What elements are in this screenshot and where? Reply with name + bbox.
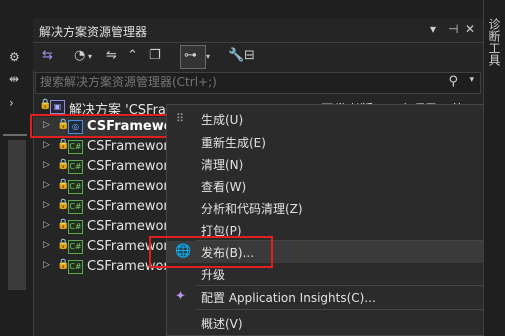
csharp-project-icon: C#: [68, 240, 83, 254]
expand-icon[interactable]: ▷: [43, 160, 50, 170]
history-icon[interactable]: ◔: [74, 48, 85, 63]
menu-item-analyze[interactable]: 分析和代码清理(Z) ▶: [167, 197, 505, 219]
csharp-project-icon: C#: [68, 200, 83, 214]
expand-icon[interactable]: ▷: [43, 240, 50, 250]
search-input[interactable]: [40, 75, 430, 89]
solution-icon: ▣: [50, 100, 65, 114]
pin-icon[interactable]: ⊣: [448, 22, 458, 36]
split-icon[interactable]: ⇹: [9, 72, 19, 86]
expand-icon[interactable]: ▷: [43, 200, 50, 210]
sync-icon[interactable]: ⇋: [106, 48, 117, 63]
menu-item-view[interactable]: 查看(W) ▶: [167, 175, 505, 197]
highlight-box-selected-project: [30, 114, 170, 138]
csharp-project-icon: C#: [68, 140, 83, 154]
chevron-icon[interactable]: ›: [9, 96, 14, 110]
search-box[interactable]: ⚲ ▾: [35, 72, 481, 94]
menu-item-clean[interactable]: 清理(N): [167, 153, 505, 175]
expand-icon[interactable]: ▷: [43, 260, 50, 270]
gear-icon[interactable]: ⚙: [9, 50, 20, 64]
menu-item-build[interactable]: 生成(U): [167, 108, 505, 130]
csharp-project-icon: C#: [68, 160, 83, 174]
chevron-down-icon[interactable]: ▾: [430, 22, 436, 36]
history-dropdown-icon[interactable]: ▾: [88, 52, 92, 61]
csharp-project-icon: C#: [68, 180, 83, 194]
search-icon[interactable]: ⚲: [448, 74, 458, 89]
tree-item-label: CSFramework: [87, 219, 177, 234]
highlight-box-publish: [149, 236, 273, 268]
tree-item-label: CSFramework: [87, 159, 177, 174]
filter-dropdown-icon[interactable]: ▾: [206, 52, 210, 61]
toolbar: [33, 43, 483, 71]
expand-icon[interactable]: ▷: [43, 140, 50, 150]
menu-item-app-insights[interactable]: ✦ 配置 Application Insights(C)...: [167, 286, 505, 308]
collapse-all-icon[interactable]: ⌃: [127, 48, 138, 63]
preview-icon[interactable]: ⊟: [244, 48, 255, 63]
panel-title: 解决方案资源管理器: [39, 25, 148, 39]
csharp-project-icon: C#: [68, 220, 83, 234]
insights-icon: ✦: [175, 289, 186, 304]
tree-item-label: CSFramework: [87, 199, 177, 214]
left-divider: [3, 134, 27, 136]
menu-item-rebuild[interactable]: 重新生成(E): [167, 131, 505, 153]
menu-separator: [196, 309, 496, 310]
tree-item-label: CSFramework: [87, 139, 177, 154]
expand-icon[interactable]: ▷: [43, 220, 50, 230]
menu-item-overview[interactable]: 概述(V): [167, 312, 505, 334]
left-scrollbar[interactable]: [8, 140, 26, 290]
properties-icon[interactable]: 🔧: [228, 48, 244, 63]
csharp-project-icon: C#: [68, 260, 83, 274]
switch-views-icon[interactable]: ⇆: [42, 48, 53, 63]
search-options-icon[interactable]: ▾: [469, 75, 474, 85]
copy-icon[interactable]: ❐: [149, 48, 161, 63]
tree-item-label: CSFramework: [87, 179, 177, 194]
filter-icon[interactable]: ⊶: [184, 48, 197, 63]
diagnostic-tools-tab[interactable]: 诊断工具: [487, 18, 501, 66]
top-bar: [0, 0, 483, 18]
expand-icon[interactable]: ▷: [43, 180, 50, 190]
close-icon[interactable]: ✕: [465, 22, 475, 36]
